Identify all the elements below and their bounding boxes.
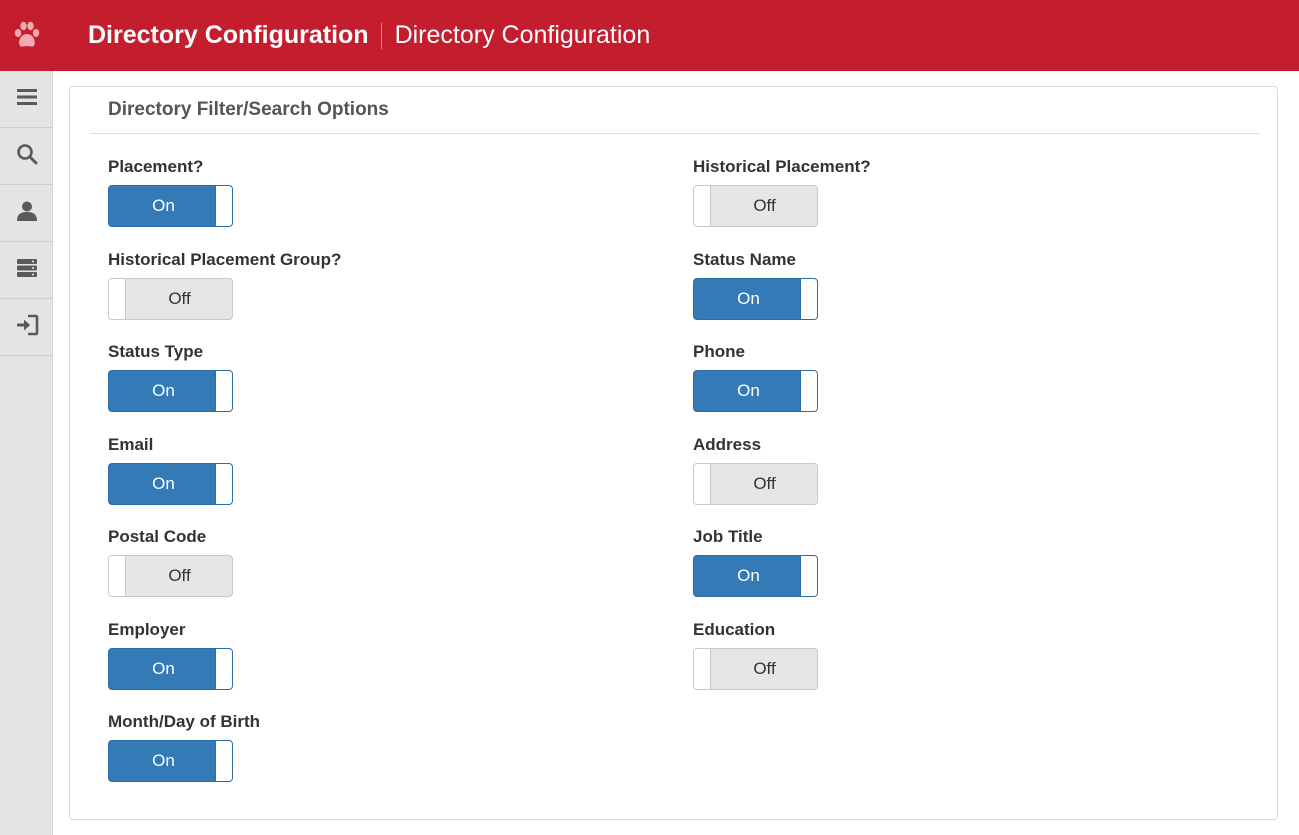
option-label: Historical Placement Group? [108,250,342,269]
toggle-state: On [152,751,175,770]
toggle-state: Off [168,566,191,585]
toggle-knob [694,464,711,504]
option-label: Address [693,435,762,454]
toggle-knob [215,186,232,226]
option-status-type: Status Type On [108,340,508,412]
toggle-state: On [737,566,760,585]
option-label: Job Title [693,527,763,546]
toggle-state: On [152,659,175,678]
option-education: Education Off [693,618,1093,690]
panel-title: Directory Filter/Search Options [90,87,1259,134]
toggle-state: Off [753,659,776,678]
toggle-knob [215,649,232,689]
toggle-knob [800,371,817,411]
sidebar-item-search[interactable] [0,128,53,185]
toggle-knob [800,556,817,596]
option-phone: Phone On [693,340,1093,412]
option-job-title: Job Title On [693,525,1093,597]
toggle-state: Off [753,196,776,215]
option-month-day-of-birth: Month/Day of Birth On [108,710,508,782]
server-icon [16,258,38,283]
option-email: Email On [108,433,508,505]
month-day-of-birth-toggle[interactable]: On [108,740,233,782]
job-title-toggle[interactable]: On [693,555,818,597]
toggle-knob [694,649,711,689]
historical-placement-group-toggle[interactable]: Off [108,278,233,320]
toggle-state: On [152,196,175,215]
option-historical-placement-group: Historical Placement Group? Off [108,248,508,320]
historical-placement-toggle[interactable]: Off [693,185,818,227]
user-icon [16,200,38,227]
option-label: Month/Day of Birth [108,712,261,731]
search-icon [16,143,38,170]
placement-toggle[interactable]: On [108,185,233,227]
toggle-knob [694,186,711,226]
hamburger-icon [16,87,38,112]
toggle-state: On [152,381,175,400]
option-postal-code: Postal Code Off [108,525,508,597]
option-label: Status Name [693,250,796,269]
option-label: Phone [693,342,745,361]
toggle-state: On [737,289,760,308]
option-label: Placement? [108,157,204,176]
option-label: Education [693,620,776,639]
toggle-knob [215,371,232,411]
toggle-state: Off [753,474,776,493]
sign-in-icon [15,314,39,341]
title-divider [380,22,382,49]
option-label: Status Type [108,342,204,361]
option-address: Address Off [693,433,1093,505]
option-placement: Placement? On [108,155,508,227]
sidebar-item-menu[interactable] [0,71,53,128]
status-name-toggle[interactable]: On [693,278,818,320]
toggle-knob [109,556,126,596]
address-toggle[interactable]: Off [693,463,818,505]
paw-icon[interactable] [0,0,53,71]
toggle-knob [800,279,817,319]
toggle-state: On [737,381,760,400]
option-label: Email [108,435,154,454]
sidebar [0,71,53,835]
toggle-knob [109,279,126,319]
toggle-state: On [152,474,175,493]
sidebar-item-profile[interactable] [0,185,53,242]
employer-toggle[interactable]: On [108,648,233,690]
postal-code-toggle[interactable]: Off [108,555,233,597]
option-label: Postal Code [108,527,207,546]
toggle-knob [215,464,232,504]
option-label: Historical Placement? [693,157,871,176]
page-subtitle: Directory Configuration [394,21,651,49]
page-title: Directory Configuration [88,21,369,49]
option-employer: Employer On [108,618,508,690]
sidebar-item-servers[interactable] [0,242,53,299]
sidebar-item-logout[interactable] [0,299,53,356]
option-status-name: Status Name On [693,248,1093,320]
education-toggle[interactable]: Off [693,648,818,690]
filter-options-panel: Directory Filter/Search Options Placemen… [69,86,1278,820]
toggle-state: Off [168,289,191,308]
toggle-knob [215,741,232,781]
top-bar: Directory Configuration Directory Config… [0,0,1299,71]
status-type-toggle[interactable]: On [108,370,233,412]
option-historical-placement: Historical Placement? Off [693,155,1093,227]
phone-toggle[interactable]: On [693,370,818,412]
option-label: Employer [108,620,186,639]
email-toggle[interactable]: On [108,463,233,505]
